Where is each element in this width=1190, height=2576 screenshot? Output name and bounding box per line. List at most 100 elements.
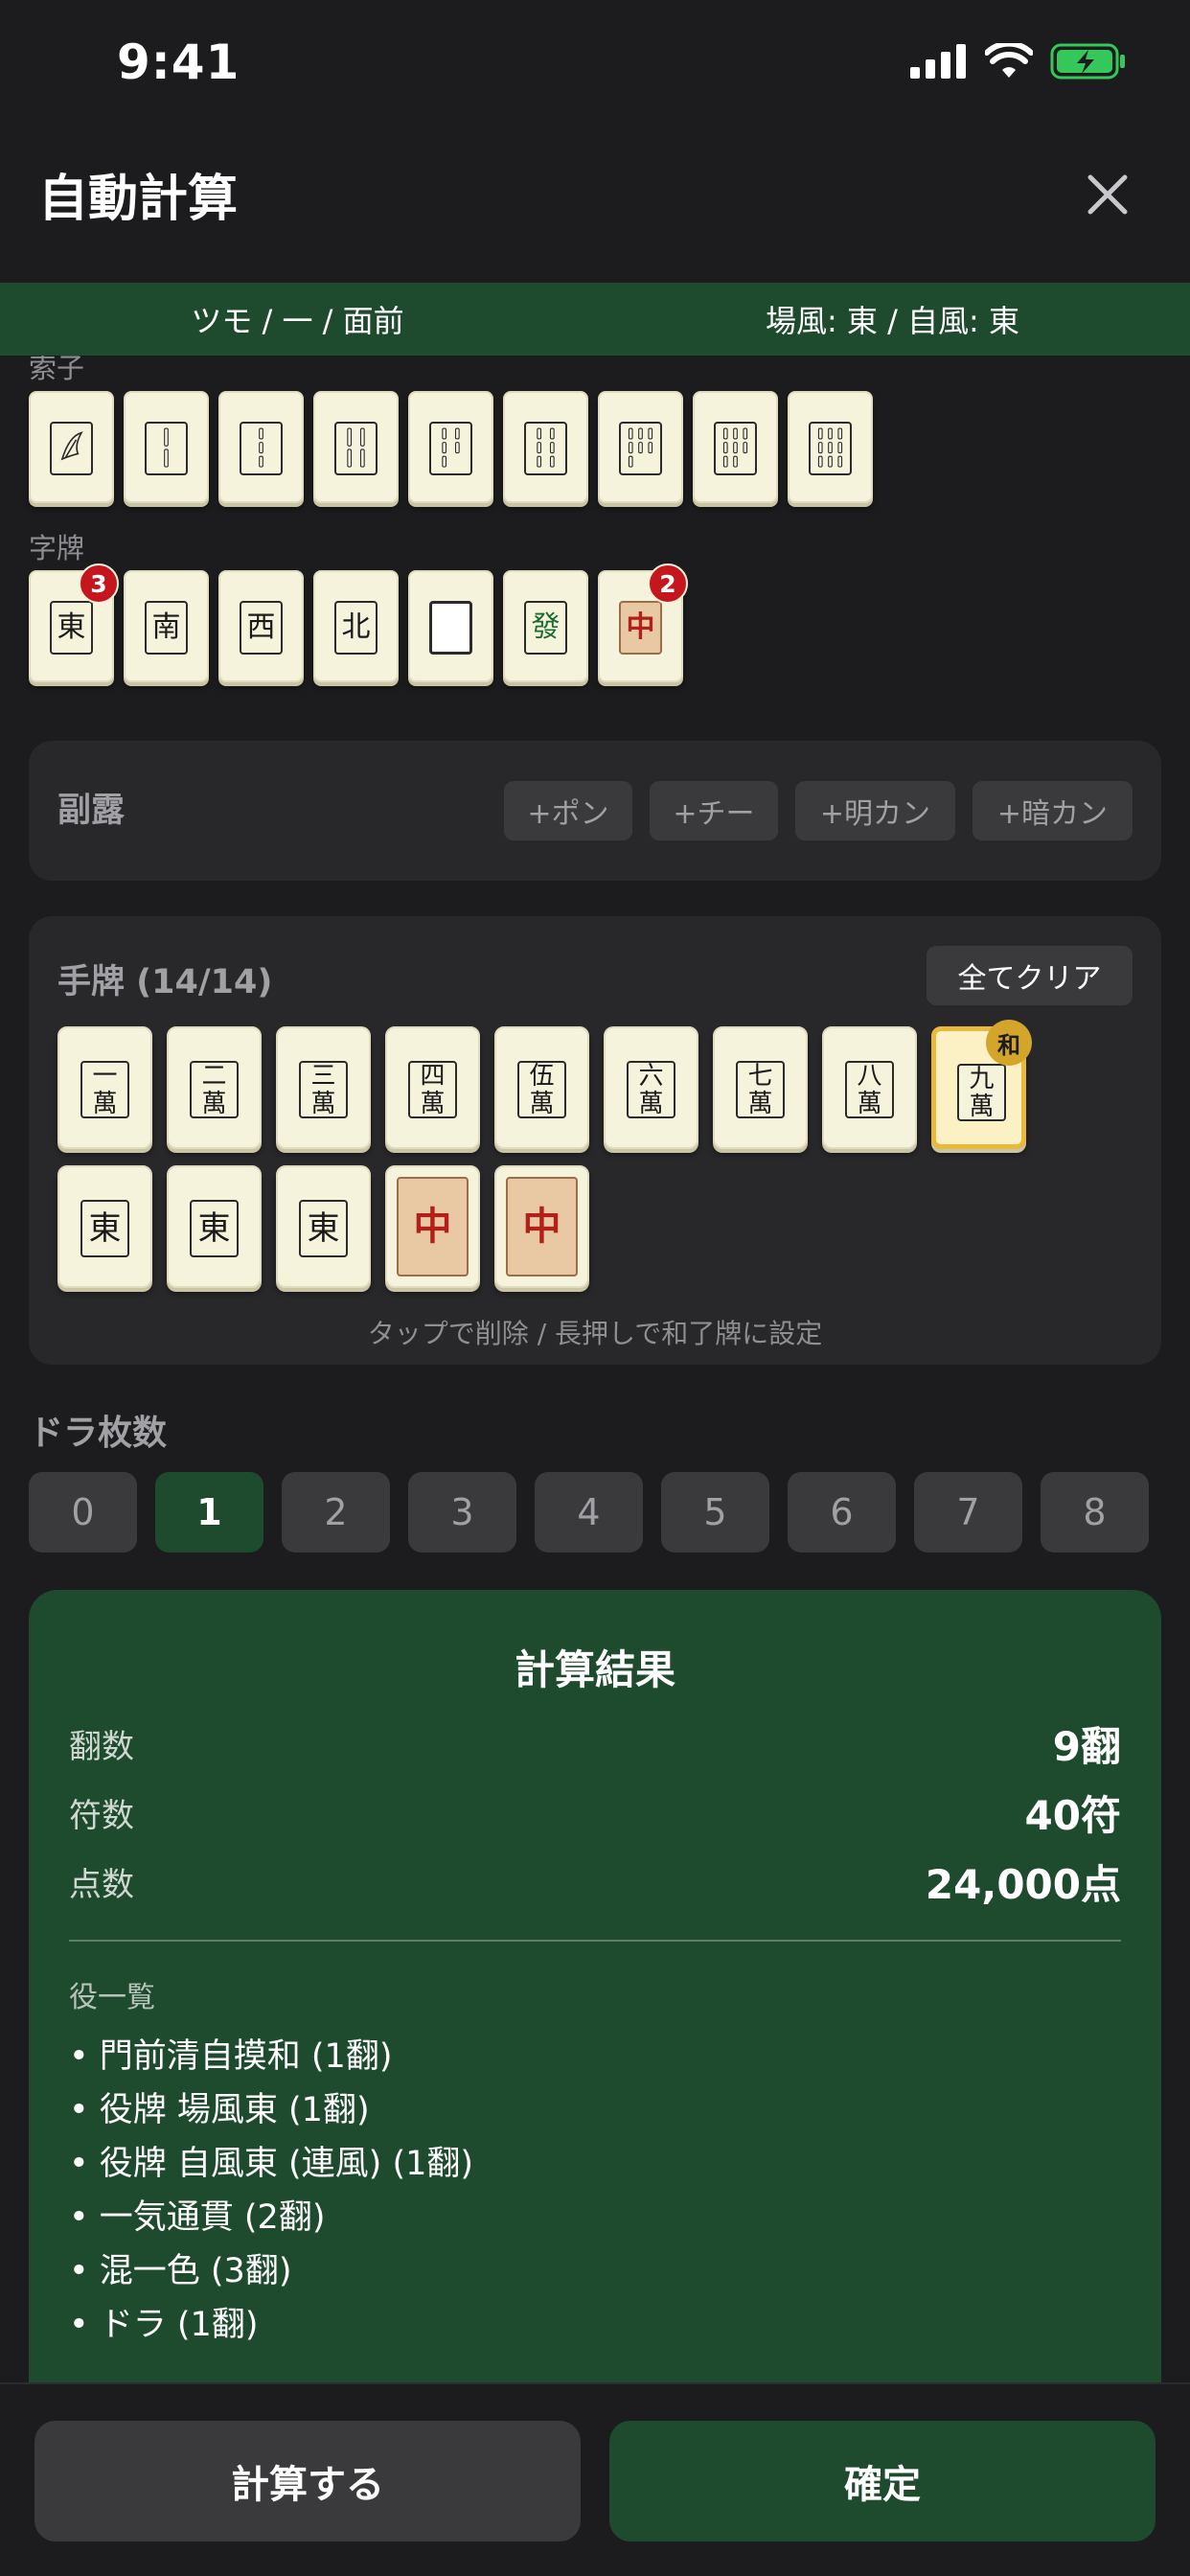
hand-tile[interactable]: 東 <box>57 1165 152 1288</box>
points-value: 24,000点 <box>925 1861 1121 1908</box>
tile-face: 東 <box>190 1200 239 1257</box>
tile-face: 東 <box>50 601 93 655</box>
hand-tile[interactable]: 三萬 <box>276 1026 371 1149</box>
tile-honor-6[interactable]: 發 <box>503 570 588 682</box>
closed-kan-button[interactable]: +暗カン <box>973 781 1133 840</box>
close-button[interactable] <box>1079 166 1136 223</box>
tile-sou-1[interactable] <box>29 391 114 503</box>
hand-tile[interactable]: 四萬 <box>385 1026 480 1149</box>
tile-sou-8[interactable] <box>693 391 778 503</box>
result-divider <box>69 1940 1121 1942</box>
wifi-icon <box>985 43 1033 78</box>
open-kan-button[interactable]: +明カン <box>795 781 955 840</box>
hand-title: 手牌 (14/14) <box>57 963 273 1001</box>
pon-button[interactable]: +ポン <box>504 781 632 840</box>
dora-option-6[interactable]: 6 <box>788 1472 896 1552</box>
tile-sou-4[interactable] <box>313 391 399 503</box>
tile-face: 九萬 <box>957 1064 1006 1121</box>
status-bar: 9:41 <box>0 0 1190 129</box>
hand-tile[interactable]: 中 <box>494 1165 589 1288</box>
win-tile-badge: 和 <box>986 1020 1032 1066</box>
tile-face: 中 <box>397 1177 469 1276</box>
result-card: 計算結果 翻数 9翻 符数 40符 点数 24,000点 役一覧 • 門前清自摸… <box>29 1590 1161 2382</box>
hand-tile[interactable]: 七萬 <box>713 1026 808 1149</box>
tile-face: 二萬 <box>190 1061 239 1118</box>
melds-card: 副露 +ポン +チー +明カン +暗カン <box>29 741 1161 881</box>
dora-option-7[interactable]: 7 <box>914 1472 1022 1552</box>
tile-face: 南 <box>145 601 188 655</box>
fu-value: 40符 <box>1024 1792 1121 1839</box>
yaku-item: • 役牌 場風東 (1翻) <box>69 2091 370 2129</box>
tile-face: 伍萬 <box>517 1061 566 1118</box>
hand-tile[interactable]: 伍萬 <box>494 1026 589 1149</box>
chi-button[interactable]: +チー <box>650 781 778 840</box>
points-label: 点数 <box>69 1866 134 1904</box>
tile-honor-2[interactable]: 南 <box>124 570 209 682</box>
dora-option-1[interactable]: 1 <box>155 1472 263 1552</box>
hand-tile[interactable]: 八萬 <box>822 1026 917 1149</box>
dora-title: ドラ枚数 <box>29 1414 168 1453</box>
wind-info-text[interactable]: 場風: 東 / 自風: 東 <box>595 283 1190 356</box>
dora-option-4[interactable]: 4 <box>535 1472 643 1552</box>
tile-sou-6[interactable] <box>503 391 588 503</box>
tile-honor-5[interactable] <box>408 570 493 682</box>
yaku-item: • 混一色 (3翻) <box>69 2252 292 2290</box>
tile-sou-9[interactable] <box>788 391 873 503</box>
dora-option-3[interactable]: 3 <box>408 1472 516 1552</box>
battery-charging-icon <box>1050 43 1125 80</box>
status-time: 9:41 <box>117 34 240 90</box>
yaku-item: • 役牌 自風東 (連風) (1翻) <box>69 2145 474 2183</box>
tile-count-badge: 2 <box>648 564 688 604</box>
yaku-item: • 一気通貫 (2翻) <box>69 2198 326 2237</box>
tile-face: 中 <box>619 601 662 655</box>
melds-title: 副露 <box>57 792 126 830</box>
tile-sou-7[interactable] <box>598 391 683 503</box>
tile-face: 三萬 <box>299 1061 348 1118</box>
dora-option-5[interactable]: 5 <box>661 1472 769 1552</box>
tile-face: 東 <box>299 1200 348 1257</box>
clear-all-button[interactable]: 全てクリア <box>927 946 1133 1005</box>
status-icons <box>910 42 1127 80</box>
hand-tile[interactable]: 二萬 <box>167 1026 262 1149</box>
tile-face: 七萬 <box>736 1061 785 1118</box>
hand-tile[interactable]: 六萬 <box>604 1026 698 1149</box>
fu-label: 符数 <box>69 1797 134 1835</box>
tile-face: 北 <box>334 601 378 655</box>
tile-sou-2[interactable] <box>124 391 209 503</box>
hand-tile[interactable]: 中 <box>385 1165 480 1288</box>
han-label: 翻数 <box>69 1728 134 1766</box>
calculate-button[interactable]: 計算する <box>34 2421 581 2542</box>
tile-honor-3[interactable]: 西 <box>218 570 304 682</box>
confirm-button[interactable]: 確定 <box>609 2421 1156 2542</box>
scroll-content[interactable]: 索子 字牌 東3南西北發中2 副露 +ポン +チー +明カン +暗カン 手牌 (… <box>0 356 1190 2382</box>
dora-option-8[interactable]: 8 <box>1041 1472 1149 1552</box>
tile-sou-3[interactable] <box>218 391 304 503</box>
win-condition-text[interactable]: ツモ / 一 / 面前 <box>0 283 595 356</box>
round-info-bar: ツモ / 一 / 面前 場風: 東 / 自風: 東 <box>0 283 1190 356</box>
hand-tile[interactable]: 東 <box>167 1165 262 1288</box>
honor-section-label: 字牌 <box>29 532 85 564</box>
modal-header: 自動計算 <box>0 129 1190 283</box>
yaku-item: • 門前清自摸和 (1翻) <box>69 2037 393 2076</box>
tile-face: 東 <box>80 1200 129 1257</box>
yaku-item: • ドラ (1翻) <box>69 2306 259 2344</box>
tile-face: 四萬 <box>408 1061 457 1118</box>
tile-face <box>429 601 472 655</box>
tile-face: 一萬 <box>80 1061 129 1118</box>
hand-tile[interactable]: 東 <box>276 1165 371 1288</box>
result-title: 計算結果 <box>514 1646 675 1693</box>
sou-section-label: 索子 <box>29 356 85 384</box>
tile-face: 八萬 <box>845 1061 894 1118</box>
page-title: 自動計算 <box>38 171 239 228</box>
dora-option-0[interactable]: 0 <box>29 1472 137 1552</box>
tile-count-badge: 3 <box>79 564 119 604</box>
auto-calc-screen: 9:41 自動計算 ツモ / 一 / 面前 場風: 東 / 自風: 東 索子 字… <box>0 0 1190 2576</box>
hand-tile[interactable]: 一萬 <box>57 1026 152 1149</box>
tile-face: 六萬 <box>627 1061 675 1118</box>
dora-option-2[interactable]: 2 <box>282 1472 390 1552</box>
tile-face: 發 <box>524 601 567 655</box>
tile-honor-4[interactable]: 北 <box>313 570 399 682</box>
signal-icon <box>910 44 966 79</box>
han-value: 9翻 <box>1052 1723 1121 1770</box>
tile-sou-5[interactable] <box>408 391 493 503</box>
